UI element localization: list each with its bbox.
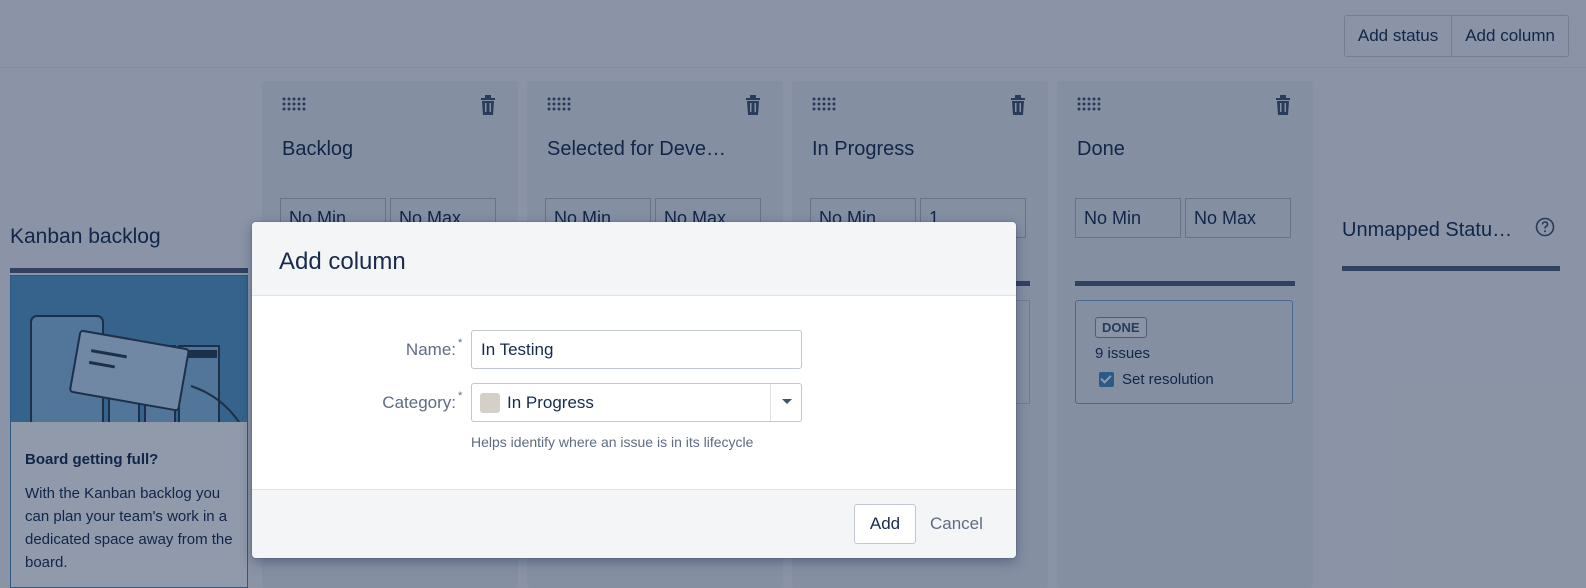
add-column-dialog: Add column Name: * Category: * In Progre… bbox=[252, 222, 1016, 558]
chevron-down-icon[interactable] bbox=[782, 399, 792, 404]
dialog-title: Add column bbox=[279, 248, 406, 275]
select-divider bbox=[770, 384, 771, 421]
category-hint: Helps identify where an issue is in its … bbox=[471, 434, 754, 450]
column-name-input[interactable] bbox=[471, 330, 802, 369]
dialog-body: Name: * Category: * In Progress Helps id… bbox=[252, 297, 1016, 489]
cancel-button[interactable]: Cancel bbox=[930, 504, 983, 544]
dialog-footer: Add Cancel bbox=[252, 489, 1016, 558]
category-selected-value: In Progress bbox=[507, 393, 594, 412]
name-required-marker: * bbox=[458, 337, 463, 349]
category-select[interactable]: In Progress bbox=[471, 383, 802, 422]
add-button[interactable]: Add bbox=[854, 504, 916, 544]
name-label: Name: bbox=[405, 340, 456, 359]
category-label: Category: bbox=[382, 393, 456, 412]
dialog-header: Add column bbox=[252, 222, 1016, 296]
category-color-swatch bbox=[480, 393, 500, 413]
category-required-marker: * bbox=[458, 390, 463, 402]
